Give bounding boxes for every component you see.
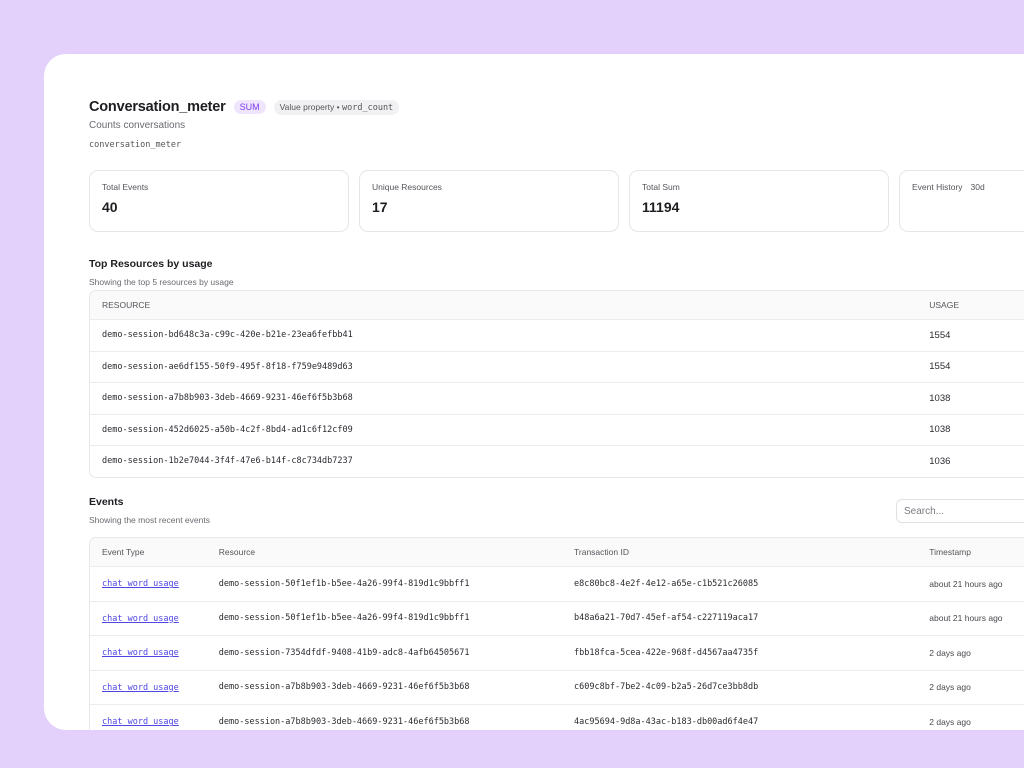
timestamp-cell: 2 days ago bbox=[929, 647, 971, 658]
resource-cell: demo-session-50f1ef1b-b5ee-4a26-99f4-819… bbox=[218, 613, 470, 624]
usage-cell: 1038 bbox=[929, 424, 951, 436]
timestamp-cell: about 21 hours ago bbox=[929, 613, 1003, 624]
resource-cell: demo-session-7354dfdf-9408-41b9-adc8-4af… bbox=[218, 647, 470, 658]
resource-cell: demo-session-bd648c3a-c99c-420e-b21e-23e… bbox=[102, 330, 353, 341]
table-row: demo-session-ae6df155-50f9-495f-8f18-f75… bbox=[90, 352, 1024, 383]
table-row: chat_word_usage demo-session-7354dfdf-94… bbox=[90, 636, 1024, 671]
transaction-id-cell: e8c80bc8-4e2f-4e12-a65e-c1b521c26085 bbox=[574, 578, 759, 589]
events-search-input[interactable] bbox=[897, 500, 1024, 522]
value-property-badge: Value property • word_count bbox=[273, 99, 400, 115]
event-type-link[interactable]: chat_word_usage bbox=[102, 648, 179, 658]
stat-value: 40 bbox=[102, 199, 118, 215]
transaction-id-cell: 4ac95694-9d8a-43ac-b183-db00ad6f4e47 bbox=[574, 716, 759, 727]
stat-label: Total Events bbox=[102, 182, 149, 192]
table-row: chat_word_usage demo-session-a7b8b903-3d… bbox=[90, 671, 1024, 705]
table-row: demo-session-bd648c3a-c99c-420e-b21e-23e… bbox=[90, 320, 1024, 352]
resource-cell: demo-session-452d6025-a50b-4c2f-8bd4-ad1… bbox=[102, 424, 353, 435]
resource-cell: demo-session-1b2e7044-3f4f-47e6-b14f-c8c… bbox=[102, 456, 353, 467]
table-header: RESOURCE USAGE bbox=[90, 291, 1024, 320]
stat-card-unique-resources: Unique Resources 17 bbox=[359, 170, 619, 232]
top-resources-title: Top Resources by usage bbox=[89, 258, 213, 270]
transaction-id-cell: c609c8bf-7be2-4c09-b2a5-26d7ce3bb8db bbox=[574, 682, 759, 693]
stats-row: Total Events 40 Unique Resources 17 Tota… bbox=[89, 170, 1024, 232]
events-table: Event Type Resource Transaction ID Times… bbox=[89, 537, 1024, 730]
stat-label: Unique Resources bbox=[372, 182, 442, 192]
table-row: demo-session-452d6025-a50b-4c2f-8bd4-ad1… bbox=[90, 415, 1024, 446]
meter-title: Conversation_meter bbox=[89, 99, 226, 115]
meter-detail-card: Conversation_meter SUM Value property • … bbox=[44, 54, 1024, 730]
table-row: chat_word_usage demo-session-50f1ef1b-b5… bbox=[90, 567, 1024, 602]
top-resources-subtitle: Showing the top 5 resources by usage bbox=[89, 277, 234, 287]
column-header-resource: Resource bbox=[218, 547, 256, 557]
event-type-link[interactable]: chat_word_usage bbox=[102, 683, 179, 693]
event-type-link[interactable]: chat_word_usage bbox=[102, 614, 179, 624]
column-header-usage: USAGE bbox=[929, 300, 960, 310]
timestamp-cell: about 21 hours ago bbox=[929, 578, 1003, 589]
stat-card-event-history: Event History 30d bbox=[899, 170, 1024, 232]
resource-cell: demo-session-a7b8b903-3deb-4669-9231-46e… bbox=[102, 393, 353, 404]
events-search[interactable] bbox=[896, 499, 1024, 523]
column-header-timestamp: Timestamp bbox=[929, 547, 971, 557]
usage-cell: 1554 bbox=[929, 361, 951, 373]
event-type-link[interactable]: chat_word_usage bbox=[102, 579, 179, 589]
usage-cell: 1554 bbox=[929, 329, 951, 341]
history-range[interactable]: 30d bbox=[971, 182, 985, 192]
resource-cell: demo-session-ae6df155-50f9-495f-8f18-f75… bbox=[102, 361, 353, 372]
event-type-link[interactable]: chat_word_usage bbox=[102, 717, 179, 727]
table-header: Event Type Resource Transaction ID Times… bbox=[90, 538, 1024, 567]
usage-cell: 1038 bbox=[929, 392, 951, 404]
meter-header: Conversation_meter SUM Value property • … bbox=[89, 99, 400, 115]
column-header-resource: RESOURCE bbox=[102, 300, 151, 310]
column-header-transaction-id: Transaction ID bbox=[574, 547, 629, 557]
events-title: Events bbox=[89, 496, 124, 508]
transaction-id-cell: fbb18fca-5cea-422e-968f-d4567aa4735f bbox=[574, 647, 759, 658]
stat-value: 11194 bbox=[642, 199, 680, 215]
meter-description: Counts conversations bbox=[89, 120, 186, 131]
table-row: demo-session-a7b8b903-3deb-4669-9231-46e… bbox=[90, 383, 1024, 415]
aggregation-badge: SUM bbox=[233, 100, 266, 114]
resource-cell: demo-session-a7b8b903-3deb-4669-9231-46e… bbox=[218, 682, 470, 693]
stat-card-total-events: Total Events 40 bbox=[89, 170, 349, 232]
timestamp-cell: 2 days ago bbox=[929, 682, 971, 693]
table-row: demo-session-1b2e7044-3f4f-47e6-b14f-c8c… bbox=[90, 446, 1024, 477]
column-header-event-type: Event Type bbox=[102, 547, 145, 557]
transaction-id-cell: b48a6a21-70d7-45ef-af54-c227119aca17 bbox=[574, 613, 759, 624]
resource-cell: demo-session-50f1ef1b-b5ee-4a26-99f4-819… bbox=[218, 578, 470, 589]
timestamp-cell: 2 days ago bbox=[929, 716, 971, 727]
usage-cell: 1036 bbox=[929, 455, 951, 467]
value-property-name: word_count bbox=[342, 102, 394, 113]
table-row: chat_word_usage demo-session-a7b8b903-3d… bbox=[90, 705, 1024, 730]
meter-slug: conversation_meter bbox=[89, 140, 182, 150]
stat-label: Total Sum bbox=[642, 182, 680, 192]
value-property-label: Value property • bbox=[279, 101, 340, 112]
events-subtitle: Showing the most recent events bbox=[89, 515, 210, 525]
stat-label: Event History bbox=[912, 182, 963, 192]
stat-card-total-sum: Total Sum 11194 bbox=[629, 170, 889, 232]
table-row: chat_word_usage demo-session-50f1ef1b-b5… bbox=[90, 602, 1024, 636]
stat-value: 17 bbox=[372, 199, 388, 215]
top-resources-table: RESOURCE USAGE demo-session-bd648c3a-c99… bbox=[89, 290, 1024, 478]
resource-cell: demo-session-a7b8b903-3deb-4669-9231-46e… bbox=[218, 716, 470, 727]
